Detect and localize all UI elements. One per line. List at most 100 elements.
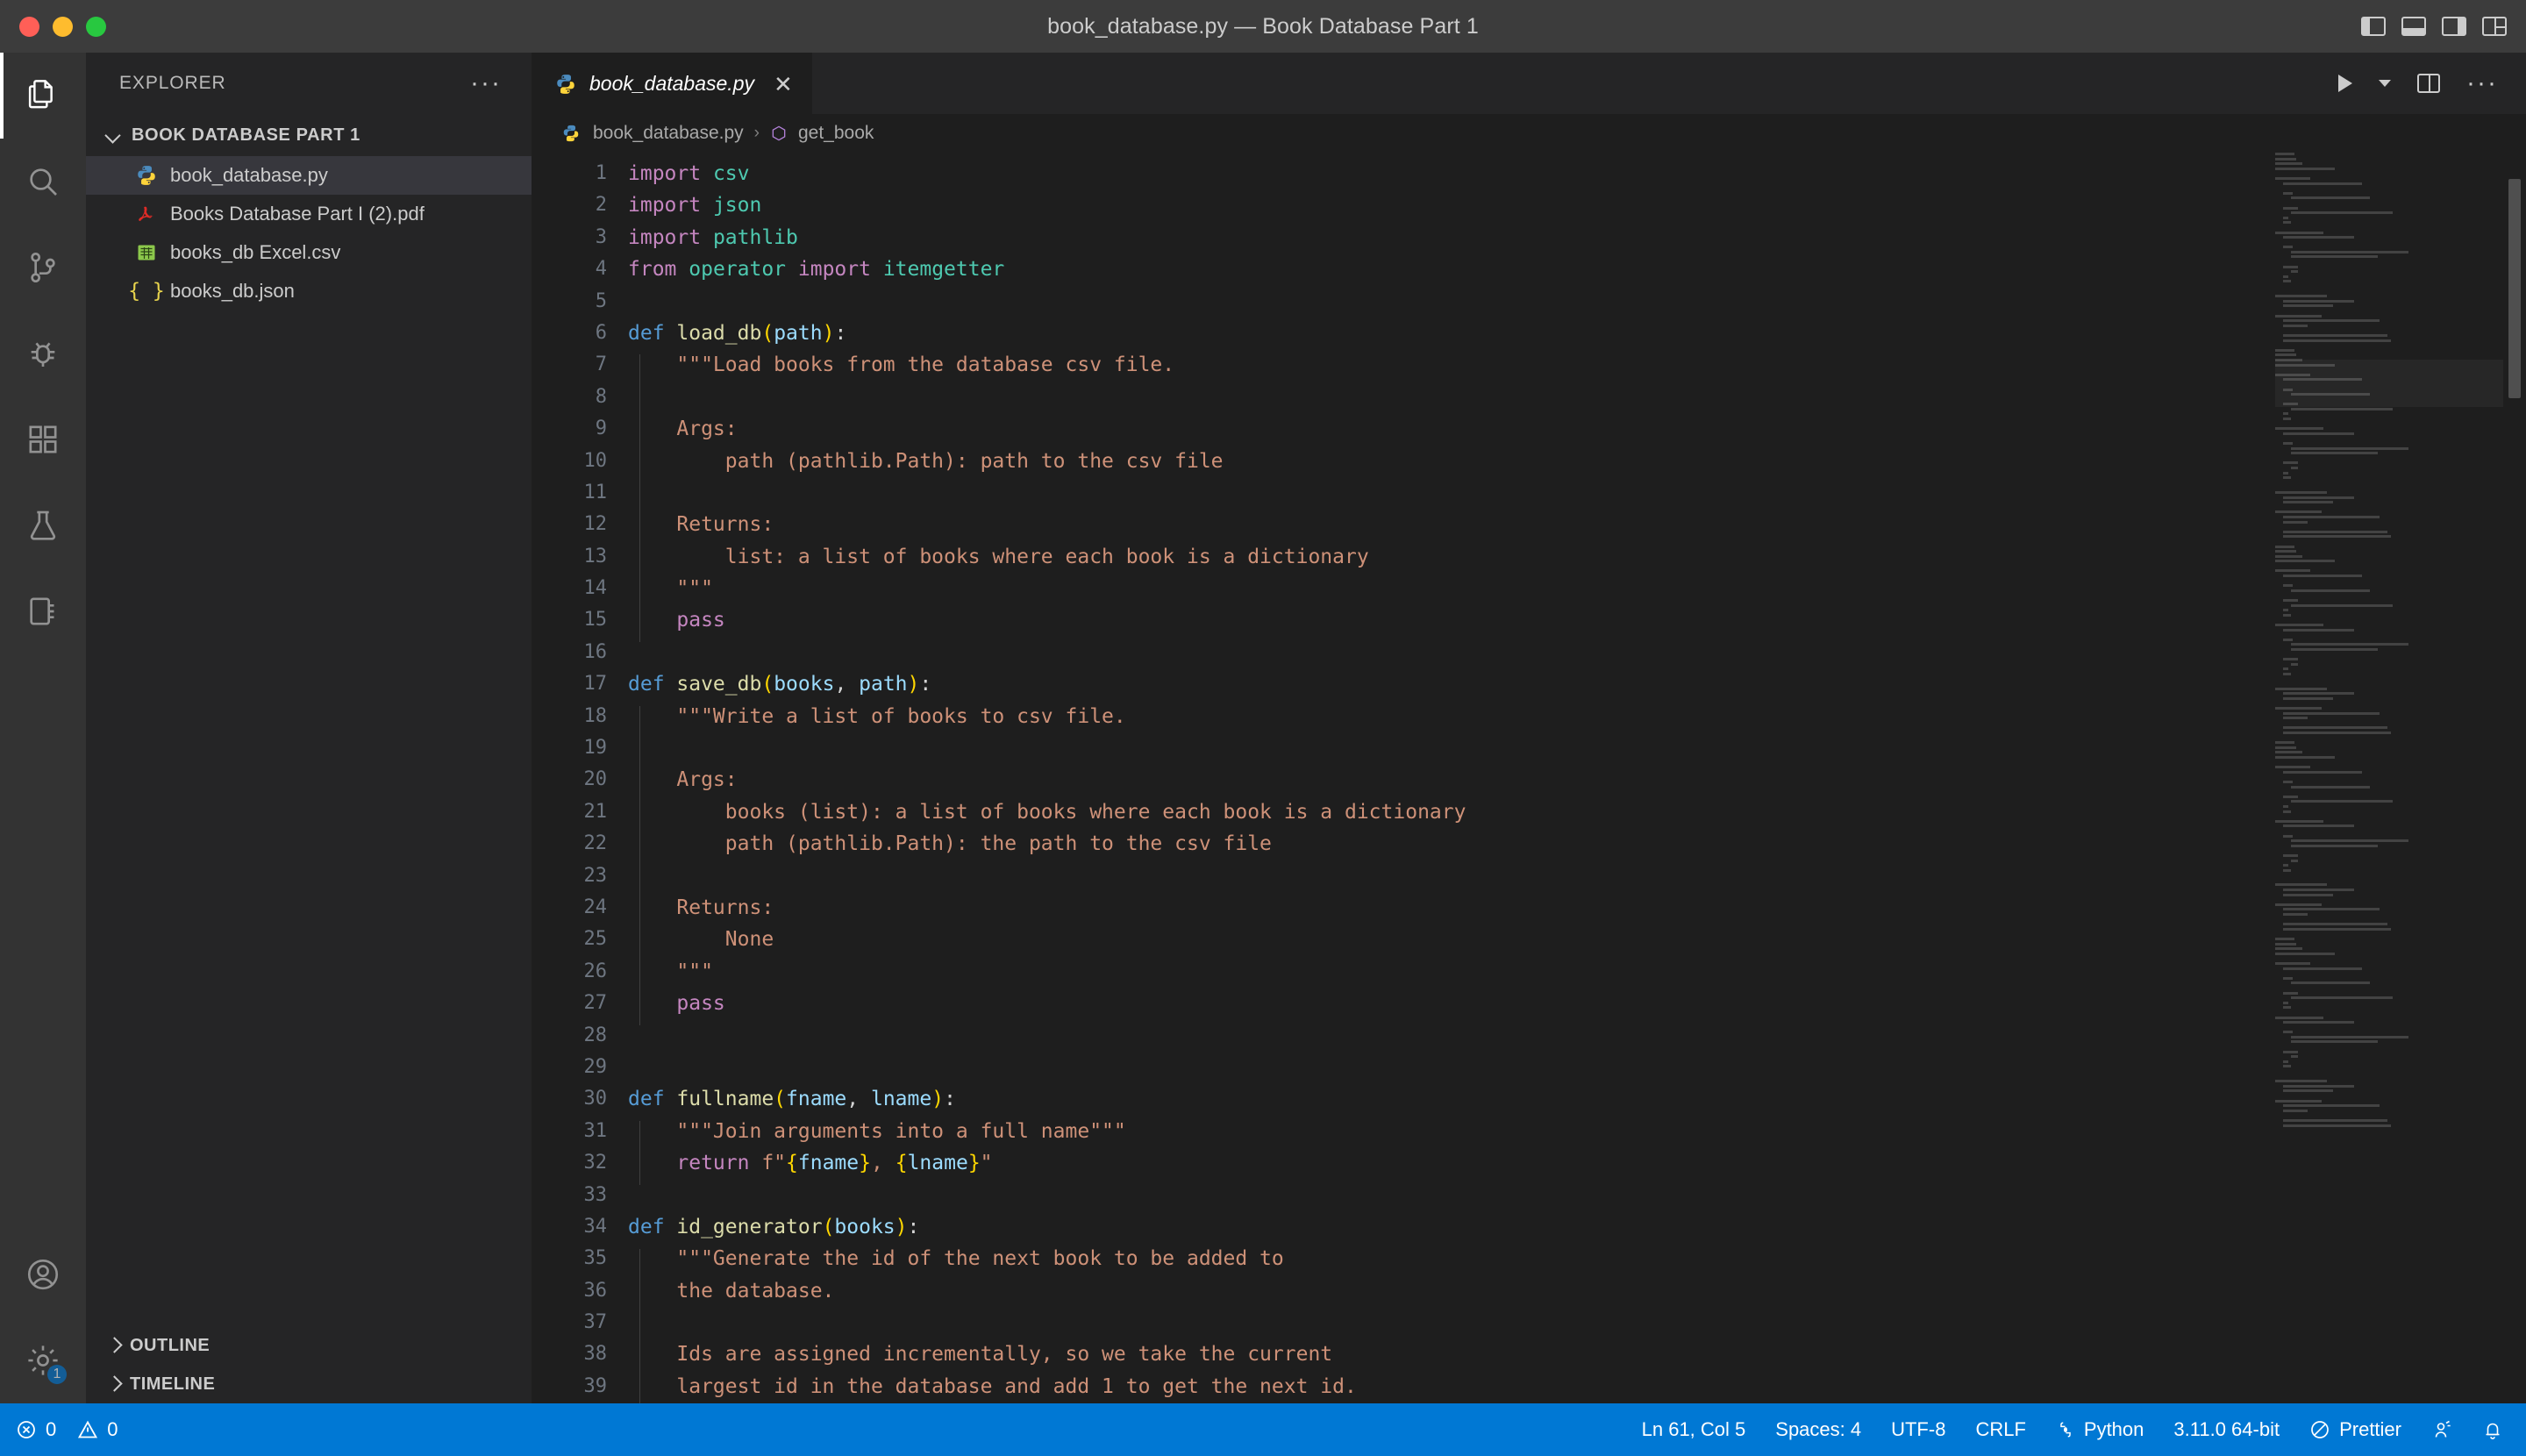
code-line[interactable]: Args: xyxy=(628,764,2526,796)
file-item-book-database-py[interactable]: book_database.py xyxy=(86,156,532,195)
code-line[interactable]: list: a list of books where each book is… xyxy=(628,541,2526,573)
code-line[interactable] xyxy=(628,1020,2526,1052)
code-line[interactable]: """Generate the id of the next book to b… xyxy=(628,1243,2526,1274)
line-number: 25 xyxy=(583,928,608,951)
code-line[interactable]: from operator import itemgetter xyxy=(628,253,2526,285)
code-line[interactable] xyxy=(628,382,2526,413)
code-line[interactable] xyxy=(628,1180,2526,1211)
code-line[interactable]: """ xyxy=(628,956,2526,988)
code-line[interactable]: pass xyxy=(628,988,2526,1019)
line-number: 27 xyxy=(583,992,608,1015)
status-cursor-position[interactable]: Ln 61, Col 5 xyxy=(1642,1418,1746,1441)
breadcrumb-symbol[interactable]: get_book xyxy=(798,123,874,144)
workspace-folder-row[interactable]: BOOK DATABASE PART 1 xyxy=(86,114,532,156)
code-line[interactable] xyxy=(628,860,2526,892)
code-line[interactable]: path (pathlib.Path): path to the csv fil… xyxy=(628,446,2526,477)
status-interpreter[interactable]: 3.11.0 64-bit xyxy=(2173,1418,2280,1441)
activity-item-manage[interactable]: 1 xyxy=(0,1317,86,1403)
editor-scrollbar[interactable] xyxy=(2508,179,2521,398)
code-line[interactable]: pass xyxy=(628,604,2526,636)
code-line[interactable]: books (list): a list of books where each… xyxy=(628,796,2526,828)
toggle-panel-icon[interactable] xyxy=(2401,17,2426,36)
code-line[interactable]: largest id in the database and add 1 to … xyxy=(628,1371,2526,1402)
sidebar-section-outline[interactable]: OUTLINE xyxy=(86,1326,532,1365)
code-line[interactable]: def fullname(fname, lname): xyxy=(628,1083,2526,1115)
code-line[interactable]: path (pathlib.Path): the path to the csv… xyxy=(628,828,2526,860)
minimap-slider[interactable] xyxy=(2275,360,2503,407)
code-line[interactable]: def load_db(path): xyxy=(628,318,2526,349)
toggle-primary-sidebar-icon[interactable] xyxy=(2361,17,2386,36)
code-line[interactable]: """ xyxy=(628,573,2526,604)
activity-item-testing[interactable] xyxy=(0,482,86,568)
code-line[interactable]: import json xyxy=(628,189,2526,221)
status-indentation[interactable]: Spaces: 4 xyxy=(1775,1418,1861,1441)
code-token: None xyxy=(628,928,774,952)
chevron-down-icon[interactable] xyxy=(2379,80,2392,87)
code-line[interactable] xyxy=(628,637,2526,668)
code-line[interactable]: import pathlib xyxy=(628,222,2526,253)
sidebar-section-timeline[interactable]: TIMELINE xyxy=(86,1365,532,1403)
minimap-line xyxy=(2282,418,2291,421)
status-notifications[interactable] xyxy=(2482,1419,2503,1440)
code-line[interactable]: Returns: xyxy=(628,892,2526,924)
explorer-sidebar: EXPLORER ··· BOOK DATABASE PART 1 book_d… xyxy=(86,53,532,1403)
file-item-books-database-pdf[interactable]: Books Database Part I (2).pdf xyxy=(86,195,532,233)
status-language-mode[interactable]: Python xyxy=(2056,1418,2144,1441)
more-actions-icon[interactable]: ··· xyxy=(2466,70,2498,96)
line-number: 29 xyxy=(583,1055,608,1078)
minimap-line xyxy=(2282,1031,2293,1034)
run-python-file-icon[interactable] xyxy=(2338,75,2353,92)
editor-tab-book-database-py[interactable]: book_database.py ✕ xyxy=(532,53,812,114)
status-prettier[interactable]: Prettier xyxy=(2309,1418,2401,1441)
status-remote-indicator[interactable] xyxy=(2431,1419,2452,1440)
file-item-books-db-json[interactable]: { } books_db.json xyxy=(86,272,532,310)
file-item-books-db-excel-csv[interactable]: books_db Excel.csv xyxy=(86,233,532,272)
code-line[interactable]: """Join arguments into a full name""" xyxy=(628,1116,2526,1147)
code-line[interactable]: Ids are assigned incrementally, so we ta… xyxy=(628,1338,2526,1370)
code-line[interactable]: import csv xyxy=(628,158,2526,189)
status-problems[interactable]: 0 0 xyxy=(0,1418,118,1441)
code-line[interactable] xyxy=(628,477,2526,509)
minimap-line xyxy=(2275,1016,2323,1019)
code-line[interactable]: Args: xyxy=(628,413,2526,445)
code-line[interactable] xyxy=(628,1307,2526,1338)
status-encoding[interactable]: UTF-8 xyxy=(1891,1418,1945,1441)
activity-item-run-and-debug[interactable] xyxy=(0,310,86,396)
explorer-more-actions-icon[interactable]: ··· xyxy=(470,70,502,96)
code-token: save_db xyxy=(676,673,762,696)
minimap[interactable] xyxy=(2275,153,2503,1403)
code-content[interactable]: import csv import json import pathlib from … xyxy=(628,158,2526,1403)
code-line[interactable]: the database. xyxy=(628,1275,2526,1307)
minimap-line xyxy=(2282,1118,2387,1122)
code-line[interactable]: Returns: xyxy=(628,509,2526,540)
status-line-endings[interactable]: CRLF xyxy=(1975,1418,2025,1441)
code-line[interactable] xyxy=(628,286,2526,318)
line-number: 9 xyxy=(595,418,607,440)
code-line[interactable]: def id_generator(books): xyxy=(628,1211,2526,1243)
code-line[interactable]: return f"{fname}, {lname}" xyxy=(628,1147,2526,1179)
activity-item-accounts[interactable] xyxy=(0,1231,86,1317)
minimap-line xyxy=(2275,751,2302,754)
code-line[interactable]: None xyxy=(628,924,2526,955)
code-editor[interactable]: 1 2 3 4 5 6 7 8 9 10 11 12 13 14 15 16 17 18 19 20 21 22 23 24 2… xyxy=(532,153,2526,1403)
code-line[interactable] xyxy=(628,732,2526,764)
code-line[interactable] xyxy=(628,1052,2526,1083)
activity-item-search[interactable] xyxy=(0,139,86,225)
close-icon[interactable]: ✕ xyxy=(774,73,793,96)
minimap-line xyxy=(2282,206,2299,210)
code-line[interactable]: """Write a list of books to csv file. xyxy=(628,701,2526,732)
code-token: """ xyxy=(628,960,713,983)
activity-item-explorer[interactable] xyxy=(0,53,86,139)
code-token: path (pathlib.Path): the path to the csv… xyxy=(628,832,1272,856)
toggle-secondary-sidebar-icon[interactable] xyxy=(2442,17,2466,36)
breadcrumb-file[interactable]: book_database.py xyxy=(593,123,744,144)
customize-layout-icon[interactable] xyxy=(2482,17,2507,36)
activity-item-source-control[interactable] xyxy=(0,225,86,310)
code-line[interactable]: def save_db(books, path): xyxy=(628,668,2526,700)
activity-item-extensions[interactable] xyxy=(0,396,86,482)
activity-item-database[interactable] xyxy=(0,568,86,654)
code-token: fname xyxy=(797,1152,860,1175)
split-editor-icon[interactable] xyxy=(2417,74,2441,93)
code-line[interactable]: """Load books from the database csv file… xyxy=(628,349,2526,381)
line-number: 15 xyxy=(583,609,608,632)
